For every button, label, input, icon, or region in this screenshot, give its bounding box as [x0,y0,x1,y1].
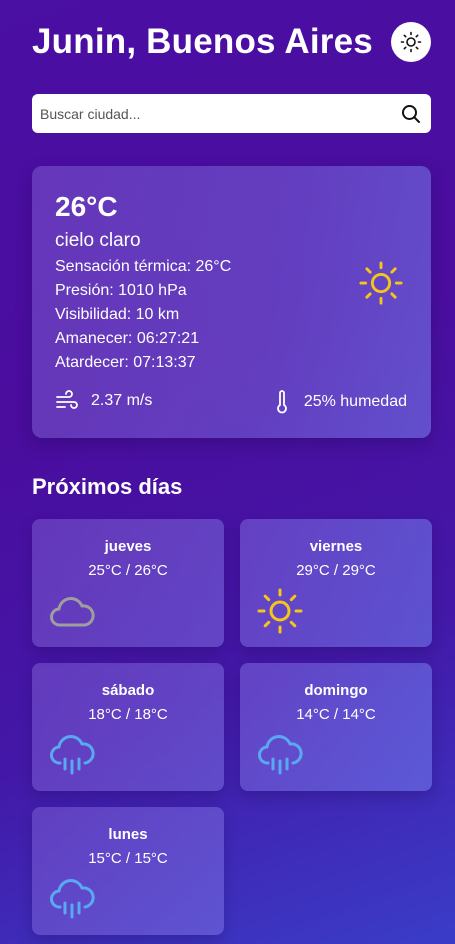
humidity-value: 25% humedad [303,393,407,410]
header: Junin, Buenos Aires [32,20,431,64]
day-temps: 29°C / 29°C [296,562,376,579]
visibility: Visibilidad: 10 km [55,306,180,323]
day-name: domingo [304,682,368,699]
forecast-day-card: lunes 15°C / 15°C [32,807,224,935]
forecast-title: Próximos días [32,474,183,499]
sun-icon [400,31,422,53]
day-name: lunes [108,826,148,843]
pressure: Presión: 1010 hPa [55,282,187,299]
day-temps: 15°C / 15°C [88,850,168,867]
rain-icon [50,879,95,919]
search-icon [402,104,420,123]
day-name: sábado [101,682,155,699]
theme-toggle-button[interactable] [391,22,431,62]
feels-like: Sensación térmica: 26°C [55,258,232,275]
forecast-day-card: viernes 29°C / 29°C [240,519,432,647]
forecast-day-card: sábado 18°C / 18°C [32,663,224,791]
humidity-info: 25% humedad [276,390,407,414]
sunrise: Amanecer: 06:27:21 [55,330,200,347]
sun-icon [257,588,303,634]
day-name: viernes [309,538,363,555]
search-input[interactable] [40,105,399,122]
forecast-day-card: jueves 25°C / 26°C [32,519,224,647]
current-temperature: 26°C [55,191,118,222]
forecast-day-card: domingo 14°C / 14°C [240,663,432,791]
wind-icon [56,390,78,409]
cloud-icon [50,597,95,627]
rain-icon [50,735,95,775]
search-bar [32,94,431,133]
sunset: Atardecer: 07:13:37 [55,354,196,371]
search-button[interactable] [399,102,423,126]
current-details: Sensación térmica: 26°C Presión: 1010 hP… [55,255,231,375]
current-description: cielo claro [55,230,141,251]
thermometer-icon [276,390,287,414]
rain-icon [258,735,303,775]
city-title: Junin, Buenos Aires [32,22,373,61]
day-temps: 14°C / 14°C [296,706,376,723]
day-temps: 25°C / 26°C [88,562,168,579]
day-temps: 18°C / 18°C [88,706,168,723]
wind-info: 2.37 m/s [55,390,152,412]
day-name: jueves [104,538,152,555]
wind-speed: 2.37 m/s [91,392,153,409]
sun-icon [359,261,403,305]
current-weather-card: 26°C cielo claro Sensación térmica: 26°C… [32,166,431,438]
